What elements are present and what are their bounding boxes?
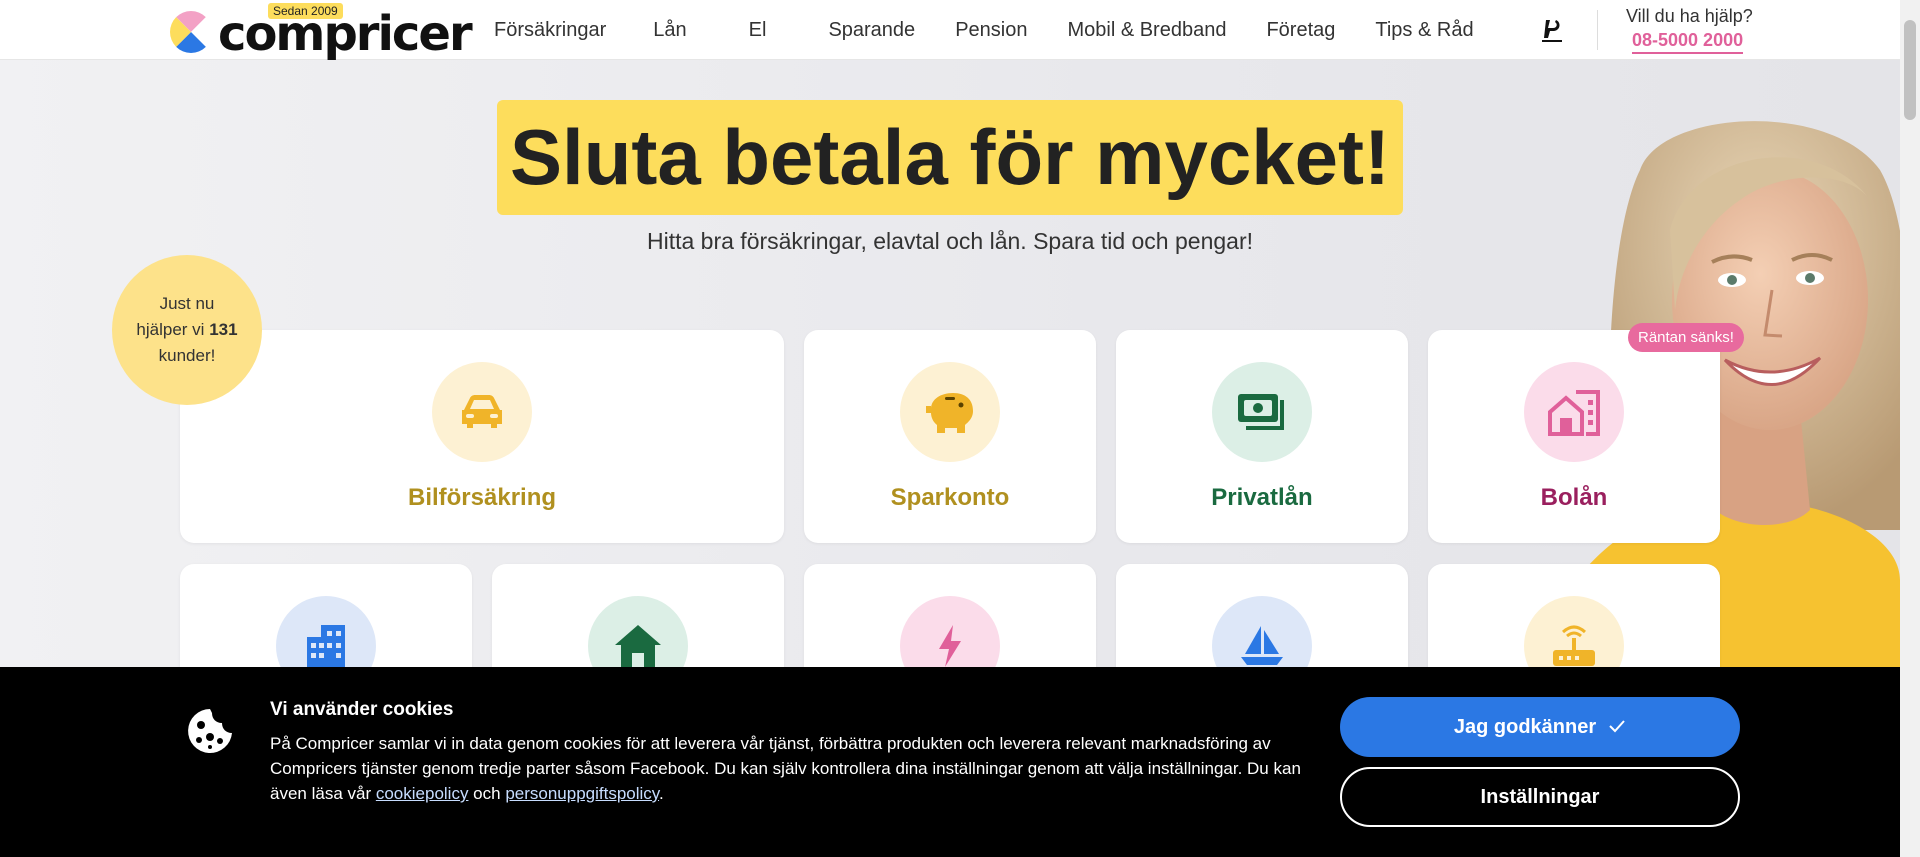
helper-line3: kunder! [158,346,216,365]
help-label: Vill du ha hjälp? [1626,6,1753,26]
scrollbar-thumb[interactable] [1904,20,1916,120]
cookie-banner: Vi använder cookies På Compricer samlar … [0,667,1900,857]
card-label-privatlan: Privatlån [1211,484,1313,511]
since-badge: Sedan 2009 [268,3,343,19]
car-icon [432,362,532,462]
card-label-sparkonto: Sparkonto [890,484,1010,511]
checkmark-icon [1608,716,1626,739]
helper-count: 131 [209,320,238,339]
compricer-logo[interactable]: compricer Sedan 2009 [168,3,473,62]
page-scrollbar[interactable] [1900,0,1920,857]
cookie-text-and: och [468,784,506,803]
logo-wordmark: compricer [218,6,473,62]
main-nav: Försäkringar Lån El Sparande Pension Mob… [494,0,1474,60]
accept-cookies-button[interactable]: Jag godkänner [1340,697,1740,757]
nav-sparande[interactable]: Sparande [828,19,915,42]
hero-title-highlight: Sluta betala för mycket! [497,100,1403,215]
cookiepolicy-link[interactable]: cookiepolicy [376,784,469,803]
cookie-icon [186,707,234,755]
bankid-icon[interactable] [1538,16,1566,44]
cookie-settings-button[interactable]: Inställningar [1340,767,1740,827]
nav-lan[interactable]: Lån [653,19,686,42]
accept-cookies-label: Jag godkänner [1453,715,1597,738]
nav-pension[interactable]: Pension [955,19,1027,42]
nav-tips-rad[interactable]: Tips & Råd [1375,19,1473,42]
card-label-bilforsakring: Bilförsäkring [407,484,557,511]
helper-line2: hjälper vi 131 [136,317,237,343]
rate-drop-badge: Räntan sänks! [1628,323,1744,352]
site-header: compricer Sedan 2009 Försäkringar Lån El… [0,0,1900,62]
house-building-icon [1524,362,1624,462]
money-icon [1212,362,1312,462]
logo-mark-icon [170,11,212,53]
helper-line1: Just nu [159,294,215,313]
header-divider [1597,10,1598,50]
card-label-bolan: Bolån [1540,484,1608,511]
cookie-text-end: . [659,784,664,803]
cookie-title: Vi använder cookies [270,699,454,720]
nav-el[interactable]: El [749,19,767,42]
cookie-text: På Compricer samlar vi in data genom coo… [270,731,1310,806]
piggy-bank-icon [900,362,1000,462]
nav-forsakringar[interactable]: Försäkringar [494,19,606,42]
live-helper-badge: Just nu hjälper vi 131 kunder! [112,255,262,405]
privacy-policy-link[interactable]: personuppgiftspolicy [505,784,659,803]
helper-line2-prefix: hjälper vi [136,320,210,339]
hero-title: Sluta betala för mycket! [510,113,1390,201]
nav-mobil-bredband[interactable]: Mobil & Bredband [1067,19,1226,42]
help-phone-link[interactable]: 08-5000 2000 [1632,30,1744,54]
nav-foretag[interactable]: Företag [1266,19,1335,42]
